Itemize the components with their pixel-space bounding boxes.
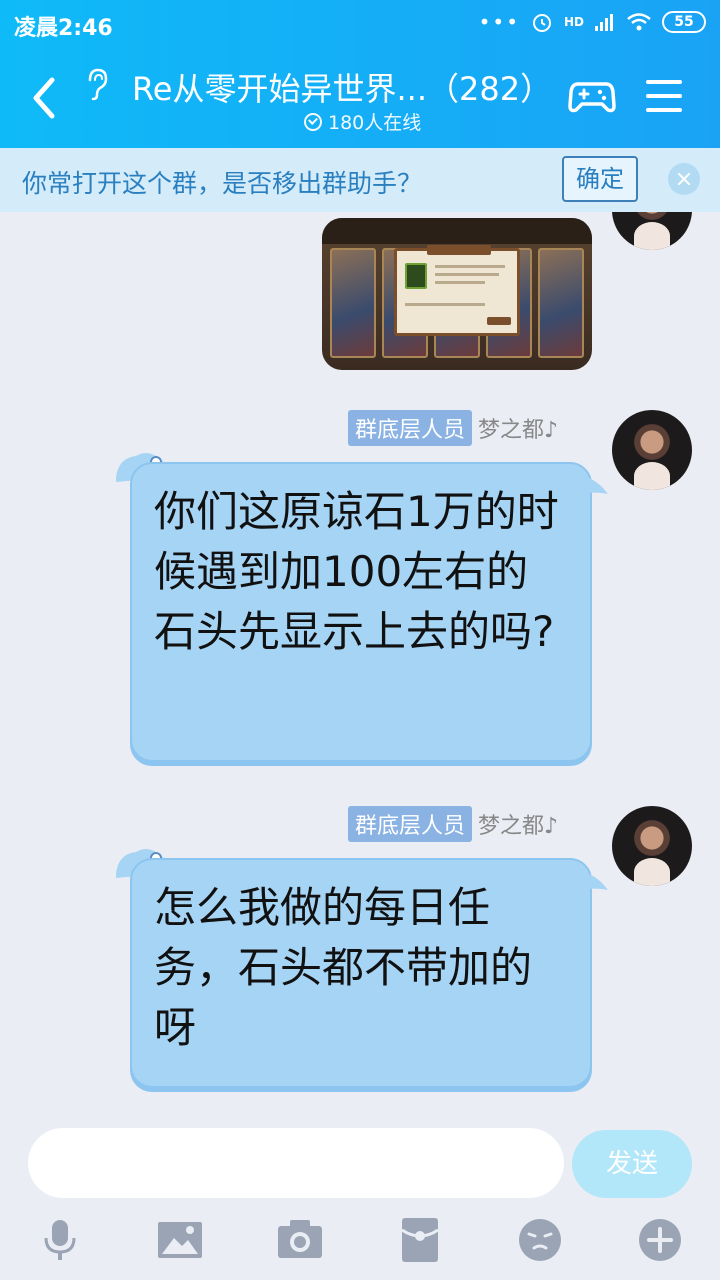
back-icon[interactable]: [24, 74, 64, 122]
avatar[interactable]: [612, 410, 692, 490]
emoji-icon[interactable]: [516, 1216, 564, 1264]
alarm-icon: [532, 14, 551, 32]
message-list[interactable]: 群底层人员 梦之都♪ 你们这原谅石1万的时候遇到加100左右的石头先显示上去的吗…: [0, 212, 720, 1126]
leaf-icon: [405, 263, 427, 289]
input-bar: 发送: [0, 1126, 720, 1280]
ear-icon[interactable]: [82, 66, 112, 102]
screenshot-item-dialog: [394, 245, 520, 336]
signal-icon: [595, 14, 613, 31]
notice-text: 你常打开这个群，是否移出群助手？: [22, 169, 423, 198]
menu-icon[interactable]: [646, 80, 682, 112]
message-input[interactable]: [28, 1128, 564, 1198]
mic-icon[interactable]: [36, 1216, 84, 1264]
online-text: 180人在线: [328, 112, 422, 134]
status-icons: ••• HD 55: [479, 10, 706, 34]
close-icon[interactable]: [668, 163, 700, 195]
bubble-tail-right: [560, 473, 608, 498]
plus-icon[interactable]: [636, 1216, 684, 1264]
message-bubble[interactable]: 怎么我做的每日任务，石头都不带加的呀: [130, 858, 592, 1088]
battery-indicator: 55: [662, 11, 706, 33]
input-toolbar: [0, 1216, 720, 1266]
more-dots-icon: •••: [478, 10, 520, 34]
message-bubble[interactable]: 你们这原谅石1万的时候遇到加100左右的石头先显示上去的吗?: [130, 462, 592, 762]
camera-icon[interactable]: [276, 1216, 324, 1264]
online-count: 180人在线: [304, 108, 421, 135]
bubble-tail-right: [560, 869, 608, 894]
group-title[interactable]: Re从零开始异世界...（282）: [132, 64, 552, 110]
check-circle-icon: [304, 112, 322, 131]
confirm-button[interactable]: 确定: [562, 156, 638, 202]
chat-header: 凌晨2:46 ••• HD 55 Re从零开始异世界...（282） 180人在…: [0, 0, 720, 148]
hd-label: HD: [563, 15, 584, 29]
message-sender: 群底层人员 梦之都♪: [348, 410, 558, 446]
message-sender: 群底层人员 梦之都♪: [348, 806, 558, 842]
image-message[interactable]: [322, 218, 592, 370]
gamepad-icon[interactable]: [568, 74, 616, 118]
role-badge: 群底层人员: [348, 806, 473, 842]
nickname[interactable]: 梦之都♪: [478, 412, 558, 444]
red-packet-icon[interactable]: [396, 1216, 444, 1264]
assistant-notice-banner: 你常打开这个群，是否移出群助手？ 确定: [0, 148, 720, 212]
send-button[interactable]: 发送: [572, 1130, 692, 1198]
avatar[interactable]: [612, 806, 692, 886]
status-bar: 凌晨2:46 ••• HD 55: [0, 0, 720, 48]
status-time: 凌晨2:46: [14, 16, 113, 41]
image-icon[interactable]: [156, 1216, 204, 1264]
avatar[interactable]: [612, 212, 692, 250]
role-badge: 群底层人员: [348, 410, 473, 446]
wifi-icon: [627, 13, 651, 31]
nickname[interactable]: 梦之都♪: [478, 808, 558, 840]
